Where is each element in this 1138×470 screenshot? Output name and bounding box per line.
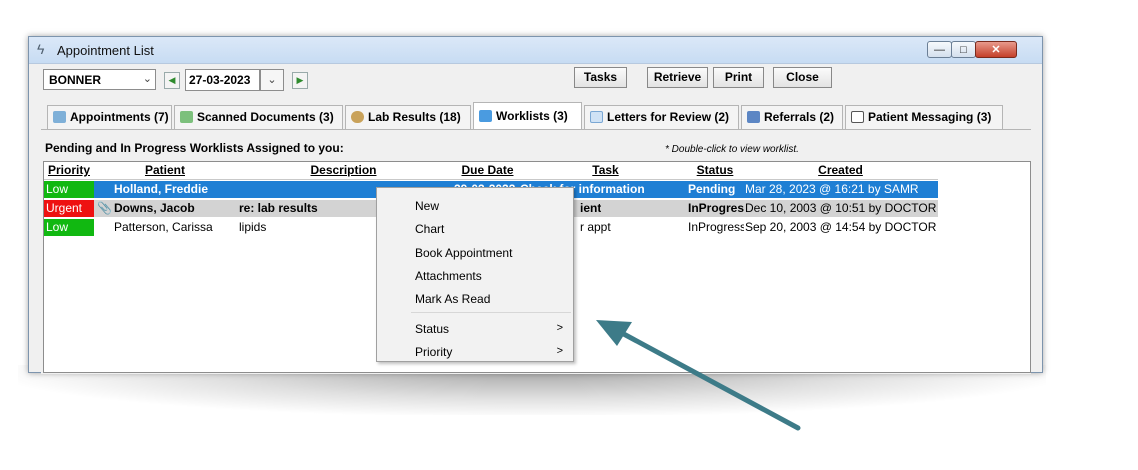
annotation-arrow: [596, 320, 801, 431]
annotation-arrow-shaft: [617, 329, 801, 431]
